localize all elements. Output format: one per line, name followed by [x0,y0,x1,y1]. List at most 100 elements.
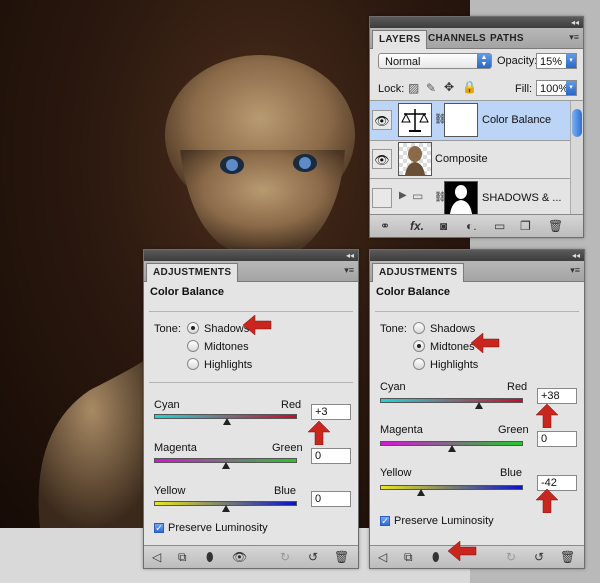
arrow-left-icon [448,541,477,561]
cyan-red-value[interactable]: +38 [537,388,577,404]
reset-icon[interactable]: ↺ [308,550,318,564]
trash-icon[interactable]: 🗑 [560,550,575,564]
tab-adjustments[interactable]: ADJUSTMENTS [146,263,239,282]
layer-list: 👁 ⛓ Color Balance 👁 Composite · ▶ ▭ ⛓ SH… [370,100,583,215]
radio-shadows[interactable] [413,322,425,334]
cyan-red-slider-thumb[interactable] [474,402,483,409]
fill-dropdown-icon[interactable]: ▾ [566,81,576,95]
select-arrows-icon: ▲ ▼ [477,54,491,68]
visibility-eye-icon[interactable]: 👁 [372,149,392,169]
cyan-red-slider[interactable] [380,398,523,403]
yellow-blue-value[interactable]: 0 [311,491,351,507]
trash-icon[interactable]: 🗑 [548,219,563,233]
layer-name: Composite [435,153,488,165]
cyan-red-value[interactable]: +3 [311,404,351,420]
clip-layer-icon[interactable]: ⬮ [432,550,440,564]
divider [375,311,579,312]
tone-label: Tone: [154,323,181,335]
preserve-luminosity-checkbox[interactable]: ✓ [380,516,390,526]
layer-row-color-balance[interactable]: 👁 ⛓ Color Balance [370,101,571,141]
tab-adjustments[interactable]: ADJUSTMENTS [372,263,465,282]
opacity-field[interactable]: 15% ▾ [536,53,577,69]
adjustments-bottom-toolbar: ◁ ⧉ ⬮ 👁 ↻ ↺ 🗑 [144,545,358,568]
yellow-blue-slider[interactable] [380,485,523,490]
layer-row-shadows-group[interactable]: · ▶ ▭ ⛓ SHADOWS & ... [370,179,571,215]
radio-highlights[interactable] [187,358,199,370]
lock-all-icon[interactable]: 🔒 [462,80,477,94]
fill-field[interactable]: 100% ▾ [536,80,577,96]
panel-titlebar[interactable]: ◂◂ [370,17,583,28]
fx-icon[interactable]: fx. [410,219,424,233]
visibility-eye-icon[interactable]: 👁 [372,110,392,130]
cyan-red-slider-thumb[interactable] [222,418,231,425]
expand-triangle-icon[interactable]: ▶ [399,190,407,201]
tab-channels[interactable]: CHANNELS [422,30,492,48]
slider-right-label: Green [272,442,303,454]
radio-highlights[interactable] [413,358,425,370]
layer-name: SHADOWS & ... [482,192,562,204]
link-icon[interactable]: ⚭ [380,219,390,233]
lock-pixels-icon[interactable]: ✎ [426,81,436,95]
magenta-green-slider-thumb[interactable] [447,445,456,452]
expand-view-icon[interactable]: ⧉ [404,550,413,564]
collapse-icon[interactable]: ◂◂ [572,251,580,260]
view-previous-icon[interactable]: ↻ [280,550,290,564]
lock-transparency-icon[interactable]: ▨ [408,81,419,95]
layers-panel: ◂◂ LAYERS CHANNELS PATHS ▾≡ Normal ▲ ▼ Op… [369,16,584,238]
panel-tabs: ADJUSTMENTS ▾≡ [144,261,358,282]
preserve-luminosity-checkbox[interactable]: ✓ [154,523,164,533]
slider-right-label: Blue [500,467,523,479]
clip-layer-icon[interactable]: ⬮ [206,550,214,564]
preserve-luminosity-label: Preserve Luminosity [394,515,494,527]
trash-icon[interactable]: 🗑 [334,550,349,564]
panel-tabs: ADJUSTMENTS ▾≡ [370,261,584,282]
mask-icon[interactable]: ◙ [440,219,447,233]
radio-label-midtones: Midtones [430,341,475,353]
divider [149,311,353,312]
magenta-green-slider-thumb[interactable] [221,462,230,469]
reset-icon[interactable]: ↺ [534,550,544,564]
folder-icon[interactable]: ▭ [494,219,505,233]
radio-label-midtones: Midtones [204,341,249,353]
scroll-thumb[interactable] [572,109,582,137]
view-previous-icon[interactable]: ↻ [506,550,516,564]
panel-menu-icon[interactable]: ▾≡ [569,32,579,43]
radio-midtones[interactable] [187,340,199,352]
panel-menu-icon[interactable]: ▾≡ [570,265,580,276]
arrow-up-icon [536,404,558,428]
back-arrow-icon[interactable]: ◁ [378,550,387,564]
arrow-left-icon [243,315,272,335]
lock-position-icon[interactable]: ✥ [444,80,454,94]
layer-mask-thumbnail[interactable] [444,103,478,137]
panel-menu-icon[interactable]: ▾≡ [344,265,354,276]
tab-layers[interactable]: LAYERS [372,30,428,49]
radio-midtones[interactable] [413,340,425,352]
fill-value: 100% [540,83,569,95]
expand-view-icon[interactable]: ⧉ [178,550,187,564]
radio-shadows[interactable] [187,322,199,334]
arrow-up-icon [308,421,330,445]
blend-mode-select[interactable]: Normal ▲ ▼ [378,53,492,69]
tone-label: Tone: [380,323,407,335]
collapse-icon[interactable]: ◂◂ [571,18,579,27]
yellow-blue-slider-thumb[interactable] [221,505,230,512]
yellow-blue-slider-thumb[interactable] [417,489,426,496]
layers-scrollbar[interactable] [570,101,583,215]
slider-left-label: Yellow [154,485,186,497]
magenta-green-value[interactable]: 0 [311,448,351,464]
adjustment-balance-icon [398,103,432,137]
panel-titlebar[interactable]: ◂◂ [144,250,358,261]
blend-mode-value: Normal [385,56,421,68]
magenta-green-value[interactable]: 0 [537,431,577,447]
adjustment-icon[interactable]: ◐. [466,219,477,233]
group-mask-thumbnail[interactable] [444,181,478,215]
new-layer-icon[interactable]: ❐ [520,219,531,233]
tab-paths[interactable]: PATHS [484,30,530,48]
back-arrow-icon[interactable]: ◁ [152,550,161,564]
visibility-toggle-empty[interactable]: · [372,188,392,208]
collapse-icon[interactable]: ◂◂ [346,251,354,260]
panel-titlebar[interactable]: ◂◂ [370,250,584,261]
visibility-eye-icon[interactable]: 👁 [232,550,247,564]
layer-row-composite[interactable]: 👁 Composite [370,141,571,179]
opacity-dropdown-icon[interactable]: ▾ [566,54,576,68]
